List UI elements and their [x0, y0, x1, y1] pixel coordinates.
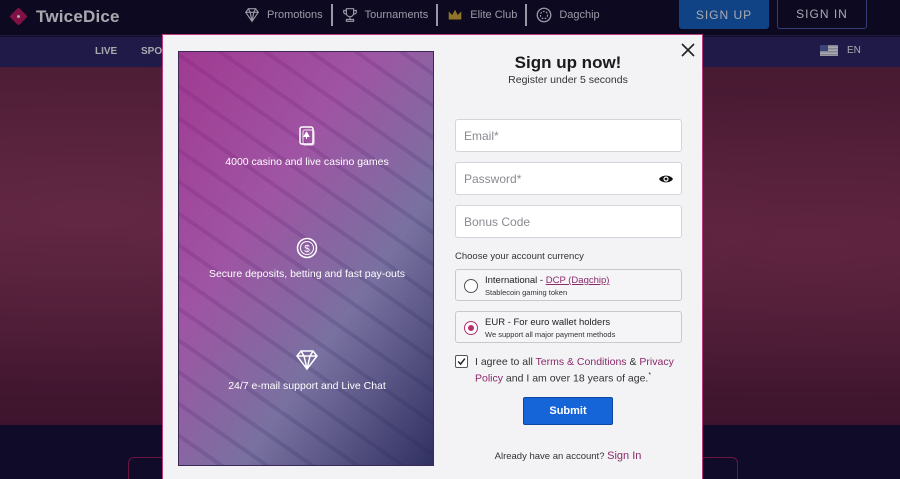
modal-subtitle: Register under 5 seconds [508, 74, 628, 86]
email-field[interactable] [456, 120, 681, 151]
feature-games: 4000 casino and live casino games [179, 124, 435, 168]
currency-option-dcp-label: International - DCP (Dagchip) [485, 275, 609, 286]
currency-option-dcp-note: Stablecoin gaming token [485, 288, 568, 297]
terms-pre: I agree to all [475, 356, 536, 368]
feature-support: 24/7 e-mail support and Live Chat [179, 348, 435, 392]
password-field[interactable] [456, 163, 681, 194]
currency-option-eur-label: EUR - For euro wallet holders [485, 317, 611, 328]
dcp-link[interactable]: DCP (Dagchip) [546, 275, 610, 286]
terms-text: I agree to all Terms & Conditions & Priv… [475, 355, 685, 386]
currency-label: Choose your account currency [455, 251, 584, 262]
terms-mid: & [626, 356, 640, 368]
terms-asterisk: * [648, 372, 652, 379]
terms-conditions-link[interactable]: Terms & Conditions [536, 356, 627, 368]
svg-text:$: $ [304, 244, 310, 255]
feature-deposits: $ Secure deposits, betting and fast pay-… [179, 236, 435, 280]
email-field-wrap [455, 119, 682, 152]
cards-icon [299, 126, 315, 146]
promo-panel: 4000 casino and live casino games $ Secu… [178, 51, 434, 466]
signup-modal: 4000 casino and live casino games $ Secu… [162, 34, 703, 479]
modal-title: Sign up now! [514, 53, 622, 72]
diamond-icon [296, 350, 318, 371]
currency-option-eur-note: We support all major payment methods [485, 330, 616, 339]
eye-icon[interactable] [658, 172, 674, 186]
modal-signin-link[interactable]: Sign In [607, 450, 641, 462]
feature-deposits-text: Secure deposits, betting and fast pay-ou… [208, 268, 406, 280]
currency-option-dcp-prefix: International - [485, 275, 546, 286]
terms-checkbox[interactable] [455, 355, 468, 368]
already-text: Already have an account? [494, 451, 608, 462]
currency-option-dcp[interactable]: International - DCP (Dagchip) Stablecoin… [455, 269, 682, 301]
feature-support-text: 24/7 e-mail support and Live Chat [228, 380, 386, 392]
feature-games-text: 4000 casino and live casino games [225, 156, 389, 168]
dollar-coin-icon: $ [296, 237, 318, 259]
terms-post: and I am over 18 years of age. [503, 372, 649, 385]
submit-button[interactable]: Submit [523, 397, 613, 425]
bonus-code-field-wrap [455, 205, 682, 238]
password-field-wrap [455, 162, 682, 195]
already-account: Already have an account? Sign In [453, 450, 683, 462]
currency-option-eur[interactable]: EUR - For euro wallet holders We support… [455, 311, 682, 343]
radio-eur[interactable] [464, 321, 478, 335]
radio-dcp[interactable] [464, 279, 478, 293]
bonus-code-field[interactable] [456, 206, 681, 237]
